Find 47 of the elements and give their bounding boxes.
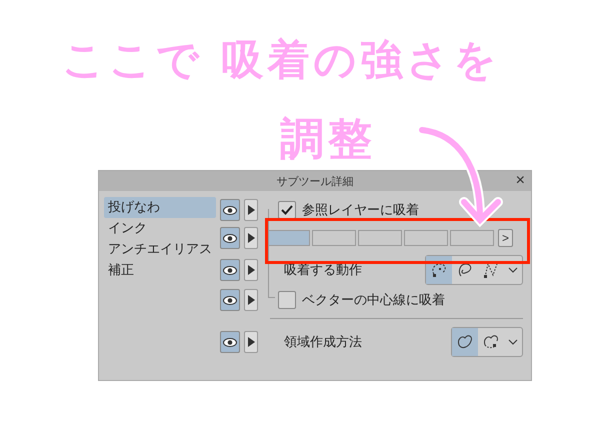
eye-toggle[interactable]	[220, 199, 240, 221]
dashed-blob-icon	[482, 333, 500, 351]
checkmark-icon	[281, 205, 293, 215]
expand-button[interactable]	[244, 331, 258, 353]
mode-option[interactable]	[452, 328, 478, 356]
eye-toggle[interactable]	[220, 331, 240, 353]
checkbox[interactable]	[278, 291, 296, 309]
mode-selector[interactable]	[425, 255, 523, 285]
play-icon	[248, 295, 254, 305]
handwritten-note: ここで 吸着の強さを	[62, 34, 501, 86]
handwritten-note: 調整	[280, 113, 376, 167]
expand-button[interactable]	[244, 289, 258, 311]
eye-icon	[223, 206, 237, 214]
play-icon	[248, 233, 254, 243]
category-item[interactable]: 補正	[104, 260, 216, 281]
close-button[interactable]: ×	[516, 171, 525, 191]
eye-icon	[223, 266, 237, 274]
expand-button[interactable]	[244, 259, 258, 281]
category-item[interactable]: 投げなわ	[104, 197, 216, 218]
eye-icon	[223, 234, 237, 242]
setting-label: 領域作成方法	[284, 334, 362, 351]
blob-outline-icon	[456, 333, 474, 351]
eye-icon	[223, 338, 237, 346]
lasso-icon	[456, 261, 474, 279]
category-item[interactable]: インク	[104, 218, 216, 239]
play-icon	[248, 265, 254, 275]
eye-toggle[interactable]	[220, 289, 240, 311]
window-title: サブツール詳細	[276, 174, 354, 188]
play-icon	[248, 205, 254, 215]
polyline-icon	[482, 261, 500, 279]
category-item[interactable]: アンチエイリアス	[104, 239, 216, 260]
next-button[interactable]: >	[498, 229, 513, 247]
lasso-magnet-icon	[430, 261, 448, 279]
caret-icon	[508, 267, 518, 273]
play-icon	[248, 337, 254, 347]
eye-icon	[223, 296, 237, 304]
caret-icon	[508, 339, 518, 345]
setting-label: 吸着する動作	[284, 262, 362, 279]
setting-label: ベクターの中心線に吸着	[302, 292, 445, 309]
expand-button[interactable]	[244, 199, 258, 221]
strength-slider[interactable]: >	[266, 229, 513, 247]
setting-label: 参照レイヤーに吸着	[302, 202, 419, 219]
expand-button[interactable]	[244, 227, 258, 249]
eye-toggle[interactable]	[220, 259, 240, 281]
mode-selector[interactable]	[451, 327, 523, 357]
eye-toggle[interactable]	[220, 227, 240, 249]
checkbox[interactable]	[278, 201, 296, 219]
